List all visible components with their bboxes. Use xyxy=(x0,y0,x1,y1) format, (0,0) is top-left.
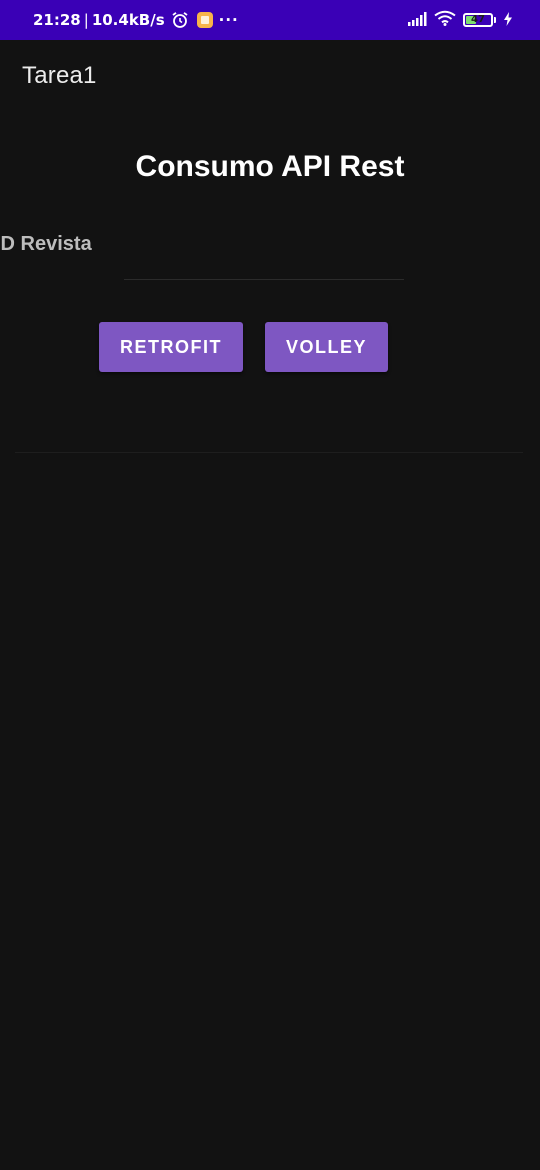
page-title: Consumo API Rest xyxy=(135,150,405,183)
status-separator: | xyxy=(83,11,89,29)
wifi-icon xyxy=(434,10,456,30)
signal-icon xyxy=(407,11,427,30)
status-right: 47 xyxy=(407,0,513,40)
app-bar-title: Tarea1 xyxy=(22,62,97,89)
battery-icon: 47 xyxy=(463,13,493,27)
id-revista-label: ID Revista xyxy=(0,233,92,255)
volley-button[interactable]: VOLLEY xyxy=(265,322,388,372)
status-left: 21:28 | 10.4kB/s ··· xyxy=(33,0,239,40)
charging-icon xyxy=(503,11,513,30)
battery-tip xyxy=(494,17,496,23)
id-revista-input[interactable] xyxy=(124,246,404,280)
status-bar: 21:28 | 10.4kB/s ··· 47 xyxy=(0,0,540,40)
battery-level: 47 xyxy=(471,14,485,25)
more-notifications-icon: ··· xyxy=(218,11,239,29)
retrofit-button[interactable]: RETROFIT xyxy=(99,322,243,372)
status-time: 21:28 xyxy=(33,11,81,29)
app-notification-icon xyxy=(196,12,213,28)
content-divider xyxy=(15,452,523,453)
alarm-icon xyxy=(171,11,189,29)
network-speed: 10.4kB/s xyxy=(91,11,165,29)
